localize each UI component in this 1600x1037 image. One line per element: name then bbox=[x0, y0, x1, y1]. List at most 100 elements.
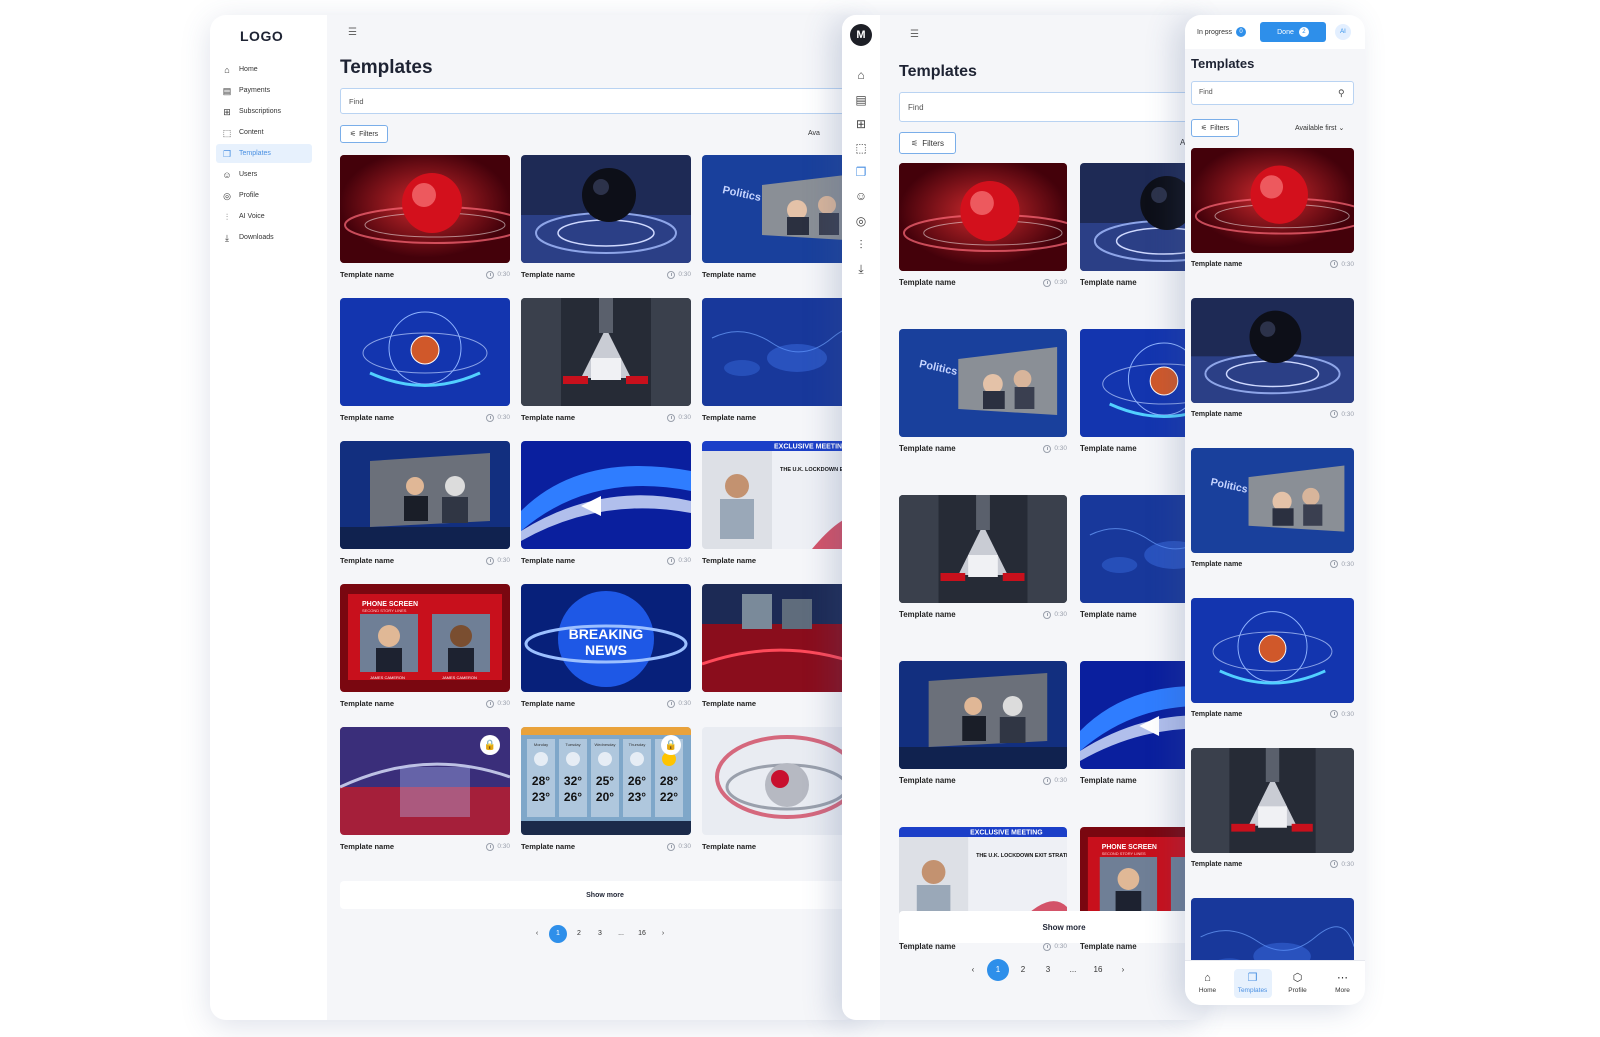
template-thumbnail[interactable] bbox=[899, 661, 1067, 769]
template-card[interactable]: Template name0:30 bbox=[1191, 598, 1354, 718]
template-card[interactable]: Template name0:30 bbox=[340, 441, 510, 565]
search-icon[interactable]: ⚲ bbox=[1338, 88, 1345, 99]
template-thumbnail[interactable] bbox=[521, 298, 691, 406]
bottom-nav-home[interactable]: ⌂ Home bbox=[1189, 969, 1227, 998]
ai-voice-icon[interactable]: ⫶ bbox=[853, 237, 869, 253]
home-icon[interactable]: ⌂ bbox=[853, 67, 869, 83]
next-page-button[interactable]: › bbox=[1112, 959, 1134, 981]
avatar[interactable]: AI bbox=[1335, 24, 1351, 40]
filters-button[interactable]: ⚟ Filters bbox=[1191, 119, 1239, 137]
template-card[interactable]: Template name0:30 bbox=[1191, 148, 1354, 268]
template-thumbnail[interactable]: Politics bbox=[702, 155, 860, 263]
template-thumbnail[interactable] bbox=[899, 495, 1067, 603]
bottom-nav-profile[interactable]: ⬡ Profile bbox=[1279, 969, 1317, 998]
template-thumbnail[interactable] bbox=[340, 155, 510, 263]
subscriptions-icon[interactable]: ⊞ bbox=[853, 116, 869, 132]
sidebar-item-payments[interactable]: ▤ Payments bbox=[216, 81, 312, 100]
template-card[interactable]: Template name0:30 bbox=[899, 661, 1067, 785]
template-thumbnail[interactable] bbox=[521, 155, 691, 263]
show-more-button[interactable]: Show more bbox=[340, 881, 860, 909]
template-card[interactable]: Template name0:30 bbox=[1191, 748, 1354, 868]
template-thumbnail[interactable]: BREAKING NEWS bbox=[521, 584, 691, 692]
template-card[interactable]: BREAKING NEWS Template name 0:30 bbox=[521, 584, 691, 708]
template-thumbnail[interactable] bbox=[521, 441, 691, 549]
bottom-nav-more[interactable]: ⋯ More bbox=[1324, 969, 1362, 998]
template-card[interactable]: Template name0:30 bbox=[521, 298, 691, 422]
sidebar-item-subscriptions[interactable]: ⊞ Subscriptions bbox=[216, 102, 312, 121]
done-tab[interactable]: Done 2 bbox=[1260, 22, 1326, 42]
template-card[interactable]: Template name0:30 bbox=[702, 298, 860, 422]
template-thumbnail[interactable]: EXCLUSIVE MEETINGTHE U.K. LOCKDOWN EXIT … bbox=[702, 441, 860, 549]
template-card[interactable]: Template name0:30 bbox=[702, 584, 860, 708]
sort-select[interactable]: Ava bbox=[808, 130, 820, 137]
content-icon[interactable]: ⬚ bbox=[853, 140, 869, 156]
search-input[interactable]: Find bbox=[1191, 81, 1354, 105]
avatar[interactable]: M bbox=[850, 24, 872, 46]
prev-page-button[interactable]: ‹ bbox=[528, 925, 546, 943]
template-card[interactable]: Template name0:30 bbox=[1191, 298, 1354, 418]
in-progress-tab[interactable]: In progress 0 bbox=[1197, 27, 1247, 37]
bottom-nav-templates[interactable]: ❐ Templates bbox=[1233, 968, 1272, 998]
templates-icon[interactable]: ❐ bbox=[853, 164, 869, 180]
template-card[interactable]: Template name0:30 bbox=[521, 441, 691, 565]
template-thumbnail[interactable]: PHONE SCREENSECOND STORY LINES JAMES CAME… bbox=[340, 584, 510, 692]
template-card[interactable]: 🔒 Template name 0:30 bbox=[340, 727, 510, 851]
search-input[interactable]: Find bbox=[340, 88, 860, 114]
filters-button[interactable]: ⚟ Filters bbox=[340, 125, 388, 143]
profile-icon[interactable]: ◎ bbox=[853, 213, 869, 229]
template-thumbnail[interactable] bbox=[1191, 748, 1354, 853]
template-card[interactable]: EXCLUSIVE MEETINGTHE U.K. LOCKDOWN EXIT … bbox=[702, 441, 860, 565]
page-16-button[interactable]: 16 bbox=[1087, 959, 1109, 981]
page-1-button[interactable]: 1 bbox=[549, 925, 567, 943]
sidebar-item-ai-voice[interactable]: ⫶ AI Voice bbox=[216, 207, 312, 226]
prev-page-button[interactable]: ‹ bbox=[962, 959, 984, 981]
sidebar-item-home[interactable]: ⌂ Home bbox=[216, 60, 312, 79]
template-card[interactable]: Template name0:30 bbox=[702, 727, 860, 851]
template-thumbnail[interactable] bbox=[702, 584, 860, 692]
template-thumbnail[interactable]: 🔒 bbox=[340, 727, 510, 835]
menu-toggle-icon[interactable]: ☰ bbox=[910, 29, 919, 40]
downloads-icon[interactable]: ⤓ bbox=[853, 261, 869, 277]
template-card[interactable]: Template name0:30 bbox=[340, 298, 510, 422]
sidebar-item-downloads[interactable]: ⤓ Downloads bbox=[216, 228, 312, 247]
template-card[interactable]: Template name0:30 bbox=[899, 495, 1067, 619]
template-thumbnail[interactable] bbox=[340, 441, 510, 549]
page-1-button[interactable]: 1 bbox=[987, 959, 1009, 981]
sidebar-item-users[interactable]: ☺ Users bbox=[216, 165, 312, 184]
menu-toggle-icon[interactable]: ☰ bbox=[348, 27, 357, 38]
sidebar-item-templates[interactable]: ❐ Templates bbox=[216, 144, 312, 163]
page-2-button[interactable]: 2 bbox=[570, 925, 588, 943]
template-card[interactable]: PoliticsTemplate name0:30 bbox=[702, 155, 860, 279]
template-thumbnail[interactable] bbox=[899, 163, 1067, 271]
search-input[interactable]: Find bbox=[899, 92, 1208, 122]
template-thumbnail[interactable] bbox=[702, 298, 860, 406]
filters-label: Filters bbox=[1210, 124, 1230, 132]
template-thumbnail[interactable] bbox=[1191, 298, 1354, 403]
template-thumbnail[interactable]: Politics bbox=[1191, 448, 1354, 553]
template-card[interactable]: Template name0:30 bbox=[521, 155, 691, 279]
template-thumbnail[interactable]: Monday 28° 23° Tuesday 32° 26° Wednesday 25° 20°… bbox=[521, 727, 691, 835]
template-card[interactable]: Monday 28° 23° Tuesday 32° 26° Wednesday 25° 20°… bbox=[521, 727, 691, 851]
next-page-button[interactable]: › bbox=[654, 925, 672, 943]
template-thumbnail[interactable] bbox=[1191, 598, 1354, 703]
page-2-button[interactable]: 2 bbox=[1012, 959, 1034, 981]
template-thumbnail[interactable] bbox=[340, 298, 510, 406]
template-card[interactable]: PoliticsTemplate name0:30 bbox=[1191, 448, 1354, 568]
template-thumbnail[interactable]: Politics bbox=[899, 329, 1067, 437]
show-more-button[interactable]: Show more bbox=[899, 911, 1208, 943]
sort-select[interactable]: Available first ⌄ bbox=[1295, 124, 1344, 132]
page-16-button[interactable]: 16 bbox=[633, 925, 651, 943]
template-card[interactable]: PHONE SCREENSECOND STORY LINES JAMES CAME… bbox=[340, 584, 510, 708]
template-thumbnail[interactable] bbox=[1191, 148, 1354, 253]
template-card[interactable]: Template name0:30 bbox=[340, 155, 510, 279]
sidebar-item-content[interactable]: ⬚ Content bbox=[216, 123, 312, 142]
payments-icon[interactable]: ▤ bbox=[853, 92, 869, 108]
sidebar-item-profile[interactable]: ◎ Profile bbox=[216, 186, 312, 205]
page-3-button[interactable]: 3 bbox=[1037, 959, 1059, 981]
template-card[interactable]: PoliticsTemplate name0:30 bbox=[899, 329, 1067, 453]
template-thumbnail[interactable] bbox=[702, 727, 860, 835]
filters-button[interactable]: ⚟ Filters bbox=[899, 132, 956, 154]
users-icon[interactable]: ☺ bbox=[853, 188, 869, 204]
template-card[interactable]: Template name0:30 bbox=[899, 163, 1067, 287]
page-3-button[interactable]: 3 bbox=[591, 925, 609, 943]
